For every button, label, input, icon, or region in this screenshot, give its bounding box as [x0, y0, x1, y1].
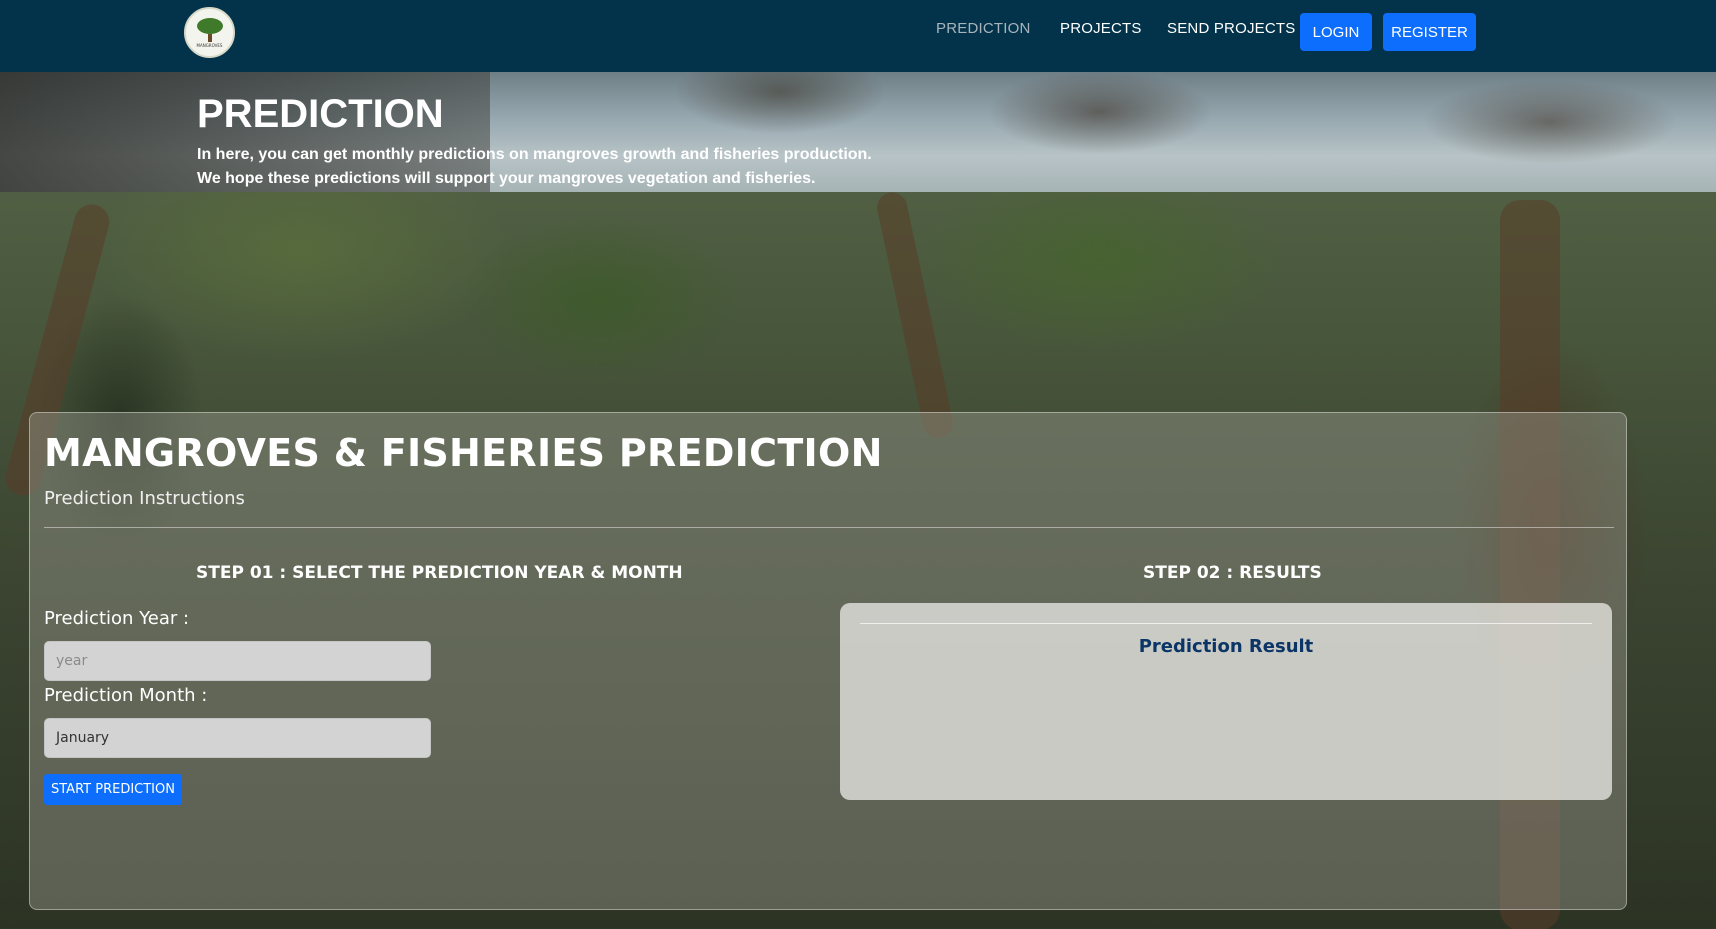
step-02-heading: STEP 02 : RESULTS [1143, 563, 1322, 583]
month-label: Prediction Month : [44, 685, 208, 706]
start-prediction-button[interactable]: START PREDICTION [44, 774, 182, 805]
login-button[interactable]: LOGIN [1300, 13, 1372, 51]
nav-link-projects[interactable]: PROJECTS [1060, 20, 1142, 37]
card-title: MANGROVES & FISHERIES PREDICTION [44, 431, 883, 475]
divider [44, 527, 1614, 528]
step-01-heading: STEP 01 : SELECT THE PREDICTION YEAR & M… [196, 563, 683, 583]
nav-link-prediction[interactable]: PREDICTION [936, 20, 1031, 37]
hero-banner: PREDICTION In here, you can get monthly … [0, 72, 1716, 192]
hero-description: In here, you can get monthly predictions… [197, 143, 872, 191]
nav-link-send-projects[interactable]: SEND PROJECTS [1167, 20, 1295, 37]
hero-description-line: We hope these predictions will support y… [197, 170, 816, 187]
year-label: Prediction Year : [44, 608, 190, 629]
result-divider [860, 623, 1592, 624]
background-tree-trunk [874, 189, 956, 441]
hero-title: PREDICTION [197, 92, 444, 136]
month-select[interactable]: January [44, 718, 431, 758]
site-logo[interactable]: MANGROVES [184, 7, 235, 58]
register-button[interactable]: REGISTER [1383, 13, 1476, 51]
prediction-instructions-link[interactable]: Prediction Instructions [44, 488, 245, 509]
top-navbar: MANGROVES PREDICTION PROJECTS SEND PROJE… [0, 0, 1716, 72]
hero-description-line: In here, you can get monthly predictions… [197, 146, 872, 163]
result-title: Prediction Result [1138, 636, 1314, 657]
logo-text: MANGROVES [196, 42, 223, 48]
tree-trunk-icon [207, 33, 212, 42]
year-input[interactable]: year [44, 641, 431, 681]
result-panel: Prediction Result [840, 603, 1612, 800]
prediction-card: MANGROVES & FISHERIES PREDICTION Predict… [29, 412, 1627, 910]
tree-icon [196, 17, 223, 34]
